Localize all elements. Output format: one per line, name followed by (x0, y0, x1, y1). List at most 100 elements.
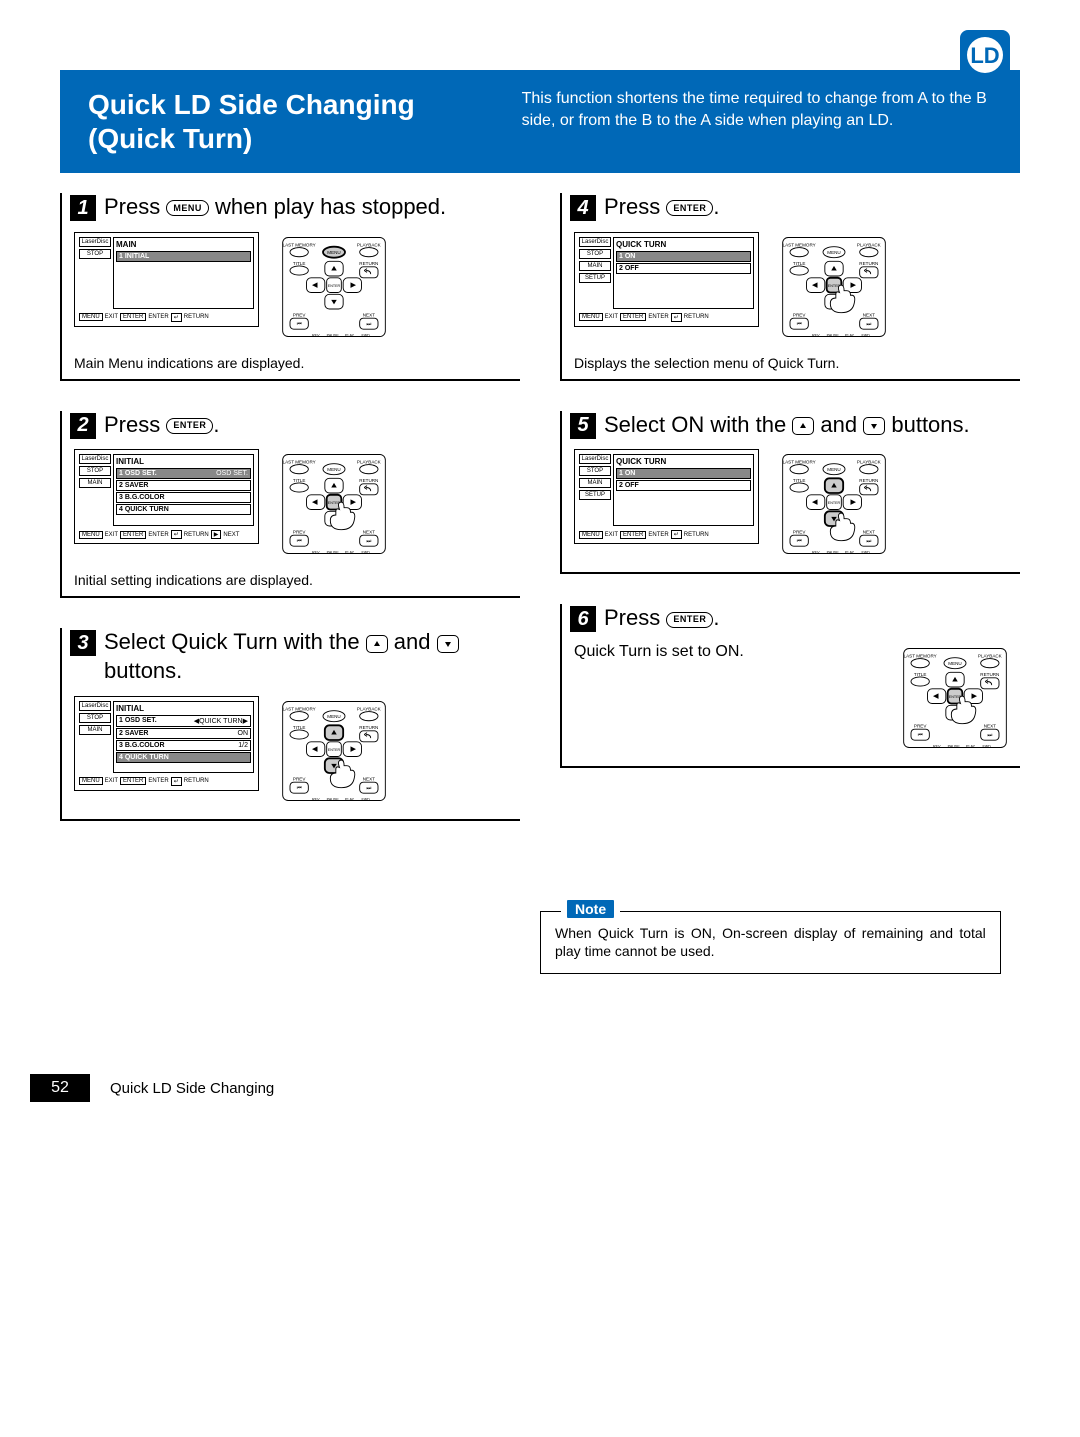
svg-text:MENU: MENU (948, 661, 961, 666)
remote-illustration: LAST MEMORY MENU PLAYBACK TITLE ENTER RE… (279, 232, 399, 347)
svg-text:RETURN: RETURN (359, 478, 378, 483)
svg-text:NEXT: NEXT (863, 530, 875, 535)
svg-text:⏮: ⏮ (797, 321, 802, 327)
svg-text:RETURN: RETURN (359, 261, 378, 266)
svg-text:⏮: ⏮ (918, 732, 923, 738)
enter-button-icon: ENTER (666, 612, 713, 628)
step-4: 4 Press ENTER. LaserDiscSTOPMAINSETUP QU… (560, 193, 1020, 381)
step-instruction: Press ENTER. (604, 604, 720, 633)
svg-text:PLAY: PLAY (345, 797, 355, 801)
svg-text:FWD: FWD (362, 333, 371, 337)
svg-text:PAUSE: PAUSE (327, 797, 340, 801)
svg-text:PLAYBACK: PLAYBACK (357, 460, 381, 465)
svg-text:LAST MEMORY: LAST MEMORY (783, 242, 816, 247)
svg-text:MENU: MENU (327, 714, 340, 719)
svg-text:PLAYBACK: PLAYBACK (857, 460, 881, 465)
footer-section: Quick LD Side Changing (110, 1080, 274, 1097)
svg-text:PLAYBACK: PLAYBACK (357, 706, 381, 711)
page-footer: 52 Quick LD Side Changing (60, 1074, 1020, 1102)
svg-text:⏭: ⏭ (366, 785, 371, 791)
remote-illustration: LAST MEMORY MENU PLAYBACK TITLE ENTER RE… (779, 232, 899, 347)
svg-text:PLAYBACK: PLAYBACK (857, 242, 881, 247)
remote-illustration: LAST MEMORY MENU PLAYBACK TITLE ENTER RE… (779, 449, 899, 564)
svg-text:FWD: FWD (362, 551, 371, 555)
svg-text:NEXT: NEXT (863, 312, 875, 317)
svg-text:ENTER: ENTER (828, 501, 841, 505)
svg-text:LD: LD (970, 43, 999, 68)
svg-text:⏭: ⏭ (866, 321, 871, 327)
step-instruction: Press ENTER. (604, 193, 720, 222)
svg-text:⏭: ⏭ (987, 732, 992, 738)
svg-text:REV: REV (933, 744, 941, 748)
osd-panel: LaserDiscSTOPMAIN INITIAL 1 OSD SET.◀QUI… (74, 696, 259, 791)
svg-text:FWD: FWD (862, 333, 871, 337)
remote-illustration: LAST MEMORY MENU PLAYBACK TITLE ENTER RE… (279, 449, 399, 564)
note-badge: Note (561, 900, 620, 919)
down-arrow-icon (863, 417, 885, 435)
svg-text:NEXT: NEXT (363, 312, 375, 317)
svg-text:PLAY: PLAY (345, 333, 355, 337)
svg-text:REV: REV (312, 797, 320, 801)
svg-text:PLAYBACK: PLAYBACK (357, 242, 381, 247)
step-caption: Initial setting indications are displaye… (74, 572, 520, 588)
svg-text:FWD: FWD (362, 797, 371, 801)
svg-text:PREV: PREV (293, 312, 306, 317)
svg-text:REV: REV (812, 551, 820, 555)
step-number: 3 (70, 630, 96, 656)
menu-button-icon: MENU (166, 200, 209, 216)
step-instruction: Select Quick Turn with the and buttons. (104, 628, 520, 685)
svg-text:⏮: ⏮ (797, 539, 802, 545)
svg-text:PLAYBACK: PLAYBACK (978, 654, 1002, 659)
step-instruction: Select ON with the and buttons. (604, 411, 970, 440)
svg-text:RETURN: RETURN (859, 261, 878, 266)
svg-text:NEXT: NEXT (363, 776, 375, 781)
step-instruction: Press MENU when play has stopped. (104, 193, 446, 222)
down-arrow-icon (437, 635, 459, 653)
svg-text:⏮: ⏮ (297, 785, 302, 791)
svg-text:MENU: MENU (327, 250, 340, 255)
svg-text:PREV: PREV (914, 723, 927, 728)
svg-text:PAUSE: PAUSE (827, 333, 840, 337)
svg-text:TITLE: TITLE (293, 725, 305, 730)
enter-button-icon: ENTER (166, 418, 213, 434)
ld-logo: LD (960, 30, 1010, 85)
note-text: When Quick Turn is ON, On-screen display… (555, 924, 986, 962)
remote-illustration: LAST MEMORY MENU PLAYBACK TITLE ENTER RE… (279, 696, 399, 811)
step-number: 4 (570, 195, 596, 221)
svg-text:PAUSE: PAUSE (327, 551, 340, 555)
step-number: 5 (570, 413, 596, 439)
osd-panel: LaserDiscSTOPMAIN INITIAL 1 OSD SET.OSD … (74, 449, 259, 544)
step-2: 2 Press ENTER. LaserDiscSTOPMAIN INITIAL… (60, 411, 520, 599)
svg-text:FWD: FWD (983, 744, 992, 748)
up-arrow-icon (792, 417, 814, 435)
svg-text:PREV: PREV (793, 312, 806, 317)
svg-text:PAUSE: PAUSE (948, 744, 961, 748)
step-instruction: Press ENTER. (104, 411, 220, 440)
note-box: Note When Quick Turn is ON, On-screen di… (540, 911, 1001, 975)
svg-text:⏭: ⏭ (366, 321, 371, 327)
svg-text:REV: REV (312, 551, 320, 555)
osd-panel: LaserDiscSTOPMAINSETUP QUICK TURN 1 ON2 … (574, 449, 759, 544)
svg-text:TITLE: TITLE (793, 261, 805, 266)
svg-text:⏭: ⏭ (366, 539, 371, 545)
header-title-1: Quick LD Side Changing (88, 89, 415, 120)
enter-button-icon: ENTER (666, 200, 713, 216)
svg-text:PLAY: PLAY (966, 744, 976, 748)
svg-text:MENU: MENU (327, 467, 340, 472)
step-number: 1 (70, 195, 96, 221)
step-caption: Displays the selection menu of Quick Tur… (574, 355, 1020, 371)
svg-text:⏮: ⏮ (297, 539, 302, 545)
svg-text:FWD: FWD (862, 551, 871, 555)
svg-text:PLAY: PLAY (845, 333, 855, 337)
svg-text:ENTER: ENTER (328, 748, 341, 752)
svg-text:PREV: PREV (793, 530, 806, 535)
step-3: 3 Select Quick Turn with the and buttons… (60, 628, 520, 820)
step-6: 6 Press ENTER. Quick Turn is set to ON. … (560, 604, 1020, 768)
up-arrow-icon (366, 635, 388, 653)
svg-text:REV: REV (812, 333, 820, 337)
svg-text:PREV: PREV (293, 530, 306, 535)
svg-text:MENU: MENU (827, 250, 840, 255)
svg-text:RETURN: RETURN (359, 725, 378, 730)
svg-text:LAST MEMORY: LAST MEMORY (783, 460, 816, 465)
svg-text:PLAY: PLAY (345, 551, 355, 555)
